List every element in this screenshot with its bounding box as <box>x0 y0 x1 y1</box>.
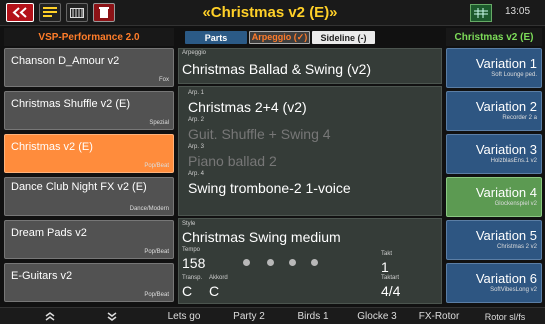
footer-button-5[interactable]: FX-Rotor <box>414 310 464 323</box>
arpeggio-label: Arpeggio <box>182 50 207 56</box>
list-item-category: Pop/Beat <box>144 163 169 169</box>
variation-6-button[interactable]: Variation 6 SoftVibesLong v2 <box>446 263 542 303</box>
arp1-label: Arp. 1 <box>188 90 205 96</box>
list-item-category: Fox <box>158 77 169 83</box>
taktart-value: 4/4 <box>381 283 401 299</box>
list-item-category: Pop/Beat <box>144 292 169 298</box>
list-item-name: Dream Pads v2 <box>11 227 87 239</box>
menu-list-button[interactable] <box>39 3 61 22</box>
variation-title: Variation 6 <box>475 271 537 286</box>
list-item-name: Dance Club Night FX v2 (E) <box>11 181 147 193</box>
list-item[interactable]: Dream Pads v2 Pop/Beat <box>4 220 174 259</box>
arp4-label: Arp. 4 <box>188 171 205 177</box>
style-label: Style <box>182 221 196 227</box>
list-item[interactable]: Christmas Shuffle v2 (E) Spezial <box>4 91 174 130</box>
variation-list: Variation 1 Soft Lounge ped. Variation 2… <box>446 48 542 304</box>
variation-4-button[interactable]: Variation 4 Glockenspiel v2 <box>446 177 542 217</box>
variation-sub: HolzblasEns.1 v2 <box>490 158 537 164</box>
list-item[interactable]: Chanson D_Amour v2 Fox <box>4 48 174 87</box>
trash-icon <box>99 7 109 18</box>
back-icon <box>12 7 27 18</box>
arp4-value[interactable]: Swing trombone-2 1-voice <box>188 180 351 196</box>
list-item-selected[interactable]: Christmas v2 (E) Pop/Beat <box>4 134 174 173</box>
grid-icon <box>474 8 488 18</box>
beat-dot-icon <box>289 259 296 266</box>
scroll-up-button[interactable] <box>30 310 70 323</box>
variation-title: Variation 2 <box>475 99 537 114</box>
style-panel[interactable]: Style Christmas Swing medium Tempo 158 T… <box>178 218 442 304</box>
arp2-value[interactable]: Guit. Shuffle + Swing 4 <box>188 126 331 142</box>
variation-sub: Glockenspiel v2 <box>494 201 537 207</box>
double-chevron-up-icon <box>45 312 55 321</box>
arp1-value[interactable]: Christmas 2+4 (v2) <box>188 99 307 115</box>
arp3-value[interactable]: Piano ballad 2 <box>188 153 277 169</box>
variation-1-button[interactable]: Variation 1 Soft Lounge ped. <box>446 48 542 88</box>
transp-label: Transp. <box>182 275 203 281</box>
center-panel: Arpeggio Christmas Ballad & Swing (v2) A… <box>178 48 442 304</box>
scroll-down-button[interactable] <box>92 310 132 323</box>
variation-sub: Christmas 2 v2 <box>496 244 537 250</box>
list-item-category: Spezial <box>149 120 169 126</box>
variation-2-button[interactable]: Variation 2 Recorder 2 a <box>446 91 542 131</box>
keyboard-icon <box>70 7 84 18</box>
arp-list: Arp. 1 Christmas 2+4 (v2) Arp. 2 Guit. S… <box>178 86 442 216</box>
arp2-label: Arp. 2 <box>188 117 205 123</box>
beat-dot-icon <box>267 259 274 266</box>
variation-sub: SoftVibesLong v2 <box>490 287 537 293</box>
footer-button-3[interactable]: Birds 1 <box>286 310 340 323</box>
variation-5-button[interactable]: Variation 5 Christmas 2 v2 <box>446 220 542 260</box>
keyboard-button[interactable] <box>66 3 88 22</box>
beat-dot-icon <box>311 259 318 266</box>
double-chevron-down-icon <box>107 312 117 321</box>
variation-title: Variation 4 <box>475 185 537 200</box>
back-button[interactable] <box>6 3 34 22</box>
akkord-value: C <box>209 283 220 299</box>
footer-button-1[interactable]: Lets go <box>154 310 214 323</box>
top-bar: «Christmas v2 (E)» 13:05 <box>0 0 545 26</box>
list-item-name: E-Guitars v2 <box>11 270 73 282</box>
tab-parts[interactable]: Parts <box>185 31 247 44</box>
takt-value: 1 <box>381 259 389 275</box>
list-item-category: Dance/Modern <box>129 206 169 212</box>
current-performance-header: Christmas v2 (E) <box>446 28 542 46</box>
list-item-name: Christmas Shuffle v2 (E) <box>11 98 131 110</box>
tab-sideline[interactable]: Sideline (-) <box>312 31 375 44</box>
menu-list-icon <box>43 7 57 17</box>
list-item[interactable]: E-Guitars v2 Pop/Beat <box>4 263 174 302</box>
clock: 13:05 <box>505 6 531 17</box>
beat-dot-icon <box>243 259 250 266</box>
performance-header: VSP-Performance 2.0 <box>4 28 174 46</box>
grid-button[interactable] <box>470 4 492 22</box>
list-item-category: Pop/Beat <box>144 249 169 255</box>
arpeggio-field[interactable]: Arpeggio Christmas Ballad & Swing (v2) <box>178 48 442 84</box>
list-item[interactable]: Dance Club Night FX v2 (E) Dance/Modern <box>4 177 174 216</box>
footer-button-6[interactable]: Rotor sl/fs <box>474 310 536 323</box>
akkord-label: Akkord <box>209 275 228 281</box>
footer-button-4[interactable]: Glocke 3 <box>348 310 406 323</box>
variation-sub: Soft Lounge ped. <box>491 72 537 78</box>
tempo-label: Tempo <box>182 247 201 253</box>
delete-button[interactable] <box>93 3 115 22</box>
page-title: «Christmas v2 (E)» <box>202 4 338 21</box>
tempo-value: 158 <box>182 255 206 271</box>
takt-label: Takt <box>381 251 393 257</box>
list-item-name: Christmas v2 (E) <box>11 141 93 153</box>
variation-title: Variation 3 <box>475 142 537 157</box>
bottom-bar: Lets go Party 2 Birds 1 Glocke 3 FX-Roto… <box>0 307 545 324</box>
list-item-name: Chanson D_Amour v2 <box>11 55 120 67</box>
transp-value: C <box>182 283 193 299</box>
arp3-label: Arp. 3 <box>188 144 205 150</box>
footer-button-2[interactable]: Party 2 <box>220 310 278 323</box>
variation-sub: Recorder 2 a <box>502 115 537 121</box>
performance-list: Chanson D_Amour v2 Fox Christmas Shuffle… <box>4 48 174 304</box>
arpeggio-value: Christmas Ballad & Swing (v2) <box>182 61 372 77</box>
style-value: Christmas Swing medium <box>182 229 341 245</box>
tab-arpeggio[interactable]: Arpeggio (✓) <box>249 31 310 44</box>
variation-title: Variation 5 <box>475 228 537 243</box>
taktart-label: Taktart <box>381 275 400 281</box>
variation-title: Variation 1 <box>475 56 537 71</box>
variation-3-button[interactable]: Variation 3 HolzblasEns.1 v2 <box>446 134 542 174</box>
